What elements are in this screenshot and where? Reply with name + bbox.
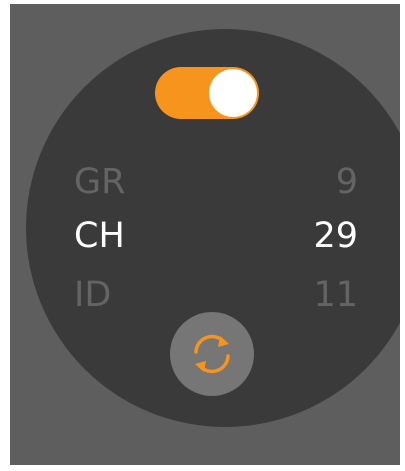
refresh-icon bbox=[194, 334, 230, 374]
list-item-selected[interactable]: CH 29 bbox=[10, 208, 400, 264]
item-code: ID bbox=[74, 275, 112, 315]
toggle-knob[interactable] bbox=[209, 69, 257, 117]
list-item[interactable]: GR 9 bbox=[10, 154, 400, 210]
watch-screen: GR 9 CH 29 ID 11 bbox=[10, 4, 400, 465]
refresh-button[interactable] bbox=[170, 312, 254, 396]
toggle-switch[interactable] bbox=[155, 67, 259, 119]
item-count: 29 bbox=[313, 216, 358, 256]
item-count: 9 bbox=[335, 162, 358, 202]
item-code: GR bbox=[74, 162, 126, 202]
item-code: CH bbox=[74, 216, 125, 256]
item-count: 11 bbox=[313, 275, 358, 315]
